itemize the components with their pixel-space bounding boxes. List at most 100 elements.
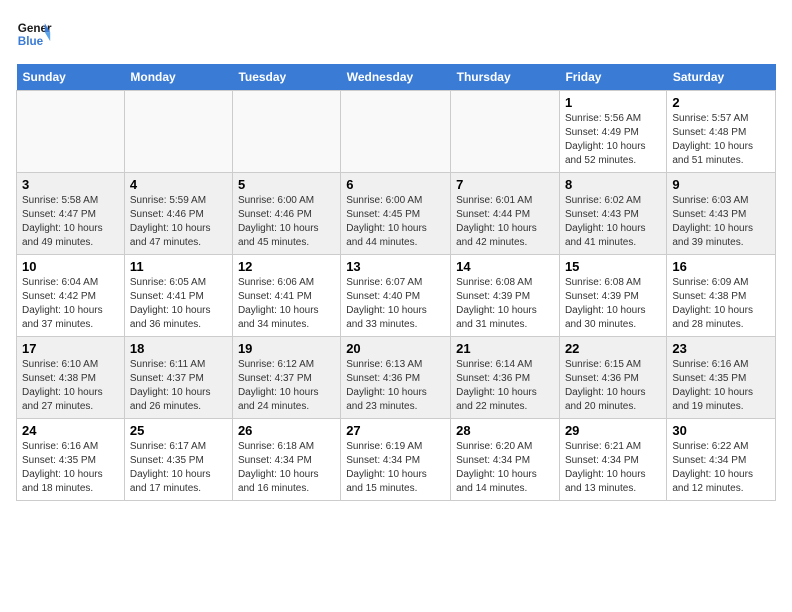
day-info: Sunrise: 6:08 AM Sunset: 4:39 PM Dayligh… xyxy=(456,276,554,332)
calendar-day-cell xyxy=(124,91,232,173)
day-number: 19 xyxy=(238,341,335,356)
day-number: 1 xyxy=(565,95,661,110)
logo-icon: General Blue xyxy=(16,16,52,52)
calendar-day-cell: 24 Sunrise: 6:16 AM Sunset: 4:35 PM Dayli… xyxy=(17,419,125,501)
day-number: 23 xyxy=(672,341,770,356)
calendar-day-cell: 29 Sunrise: 6:21 AM Sunset: 4:34 PM Dayli… xyxy=(559,419,666,501)
day-info: Sunrise: 6:15 AM Sunset: 4:36 PM Dayligh… xyxy=(565,358,661,414)
calendar-day-cell: 4Sunrise: 5:59 AM Sunset: 4:46 PM Daylig… xyxy=(124,173,232,255)
weekday-header: Wednesday xyxy=(341,64,451,91)
calendar-day-cell: 20 Sunrise: 6:13 AM Sunset: 4:36 PM Dayli… xyxy=(341,337,451,419)
weekday-header: Friday xyxy=(559,64,666,91)
day-number: 29 xyxy=(565,423,661,438)
calendar-day-cell: 21Sunrise: 6:14 AM Sunset: 4:36 PM Dayli… xyxy=(451,337,560,419)
day-info: Sunrise: 6:16 AM Sunset: 4:35 PM Dayligh… xyxy=(22,440,119,496)
day-number: 26 xyxy=(238,423,335,438)
day-info: Sunrise: 6:09 AM Sunset: 4:38 PM Dayligh… xyxy=(672,276,770,332)
day-info: Sunrise: 6:11 AM Sunset: 4:37 PM Dayligh… xyxy=(130,358,227,414)
day-number: 7 xyxy=(456,177,554,192)
calendar-day-cell: 10 Sunrise: 6:04 AM Sunset: 4:42 PM Dayli… xyxy=(17,255,125,337)
weekday-header: Tuesday xyxy=(232,64,340,91)
day-info: Sunrise: 6:20 AM Sunset: 4:34 PM Dayligh… xyxy=(456,440,554,496)
calendar-day-cell: 1 Sunrise: 5:56 AM Sunset: 4:49 PM Daylig… xyxy=(559,91,666,173)
calendar-header-row: SundayMondayTuesdayWednesdayThursdayFrid… xyxy=(17,64,776,91)
weekday-header: Saturday xyxy=(667,64,776,91)
day-number: 22 xyxy=(565,341,661,356)
day-info: Sunrise: 6:19 AM Sunset: 4:34 PM Dayligh… xyxy=(346,440,445,496)
day-info: Sunrise: 5:59 AM Sunset: 4:46 PM Dayligh… xyxy=(130,194,227,250)
calendar-day-cell xyxy=(341,91,451,173)
day-number: 8 xyxy=(565,177,661,192)
calendar-day-cell: 5 Sunrise: 6:00 AM Sunset: 4:46 PM Daylig… xyxy=(232,173,340,255)
calendar-day-cell: 25 Sunrise: 6:17 AM Sunset: 4:35 PM Dayli… xyxy=(124,419,232,501)
weekday-header: Monday xyxy=(124,64,232,91)
day-number: 3 xyxy=(22,177,119,192)
day-number: 14 xyxy=(456,259,554,274)
day-info: Sunrise: 6:21 AM Sunset: 4:34 PM Dayligh… xyxy=(565,440,661,496)
day-info: Sunrise: 6:22 AM Sunset: 4:34 PM Dayligh… xyxy=(672,440,770,496)
calendar-day-cell: 19 Sunrise: 6:12 AM Sunset: 4:37 PM Dayli… xyxy=(232,337,340,419)
day-number: 17 xyxy=(22,341,119,356)
page-header: General Blue xyxy=(16,16,776,52)
svg-text:Blue: Blue xyxy=(18,35,44,48)
calendar-day-cell: 14 Sunrise: 6:08 AM Sunset: 4:39 PM Dayli… xyxy=(451,255,560,337)
calendar-day-cell: 17 Sunrise: 6:10 AM Sunset: 4:38 PM Dayli… xyxy=(17,337,125,419)
day-info: Sunrise: 6:00 AM Sunset: 4:46 PM Dayligh… xyxy=(238,194,335,250)
calendar-day-cell: 7Sunrise: 6:01 AM Sunset: 4:44 PM Daylig… xyxy=(451,173,560,255)
day-number: 16 xyxy=(672,259,770,274)
calendar-day-cell: 11Sunrise: 6:05 AM Sunset: 4:41 PM Dayli… xyxy=(124,255,232,337)
day-number: 28 xyxy=(456,423,554,438)
calendar-day-cell xyxy=(451,91,560,173)
day-info: Sunrise: 5:56 AM Sunset: 4:49 PM Dayligh… xyxy=(565,112,661,168)
day-info: Sunrise: 6:18 AM Sunset: 4:34 PM Dayligh… xyxy=(238,440,335,496)
day-info: Sunrise: 6:08 AM Sunset: 4:39 PM Dayligh… xyxy=(565,276,661,332)
day-info: Sunrise: 6:07 AM Sunset: 4:40 PM Dayligh… xyxy=(346,276,445,332)
calendar-day-cell: 6 Sunrise: 6:00 AM Sunset: 4:45 PM Daylig… xyxy=(341,173,451,255)
day-info: Sunrise: 6:13 AM Sunset: 4:36 PM Dayligh… xyxy=(346,358,445,414)
logo: General Blue xyxy=(16,16,52,52)
day-info: Sunrise: 6:06 AM Sunset: 4:41 PM Dayligh… xyxy=(238,276,335,332)
day-info: Sunrise: 6:05 AM Sunset: 4:41 PM Dayligh… xyxy=(130,276,227,332)
day-number: 15 xyxy=(565,259,661,274)
calendar-day-cell: 12 Sunrise: 6:06 AM Sunset: 4:41 PM Dayli… xyxy=(232,255,340,337)
day-number: 20 xyxy=(346,341,445,356)
day-number: 2 xyxy=(672,95,770,110)
day-number: 18 xyxy=(130,341,227,356)
calendar-day-cell: 8Sunrise: 6:02 AM Sunset: 4:43 PM Daylig… xyxy=(559,173,666,255)
day-info: Sunrise: 6:04 AM Sunset: 4:42 PM Dayligh… xyxy=(22,276,119,332)
day-number: 5 xyxy=(238,177,335,192)
calendar-week-row: 3 Sunrise: 5:58 AM Sunset: 4:47 PM Daylig… xyxy=(17,173,776,255)
day-info: Sunrise: 5:58 AM Sunset: 4:47 PM Dayligh… xyxy=(22,194,119,250)
day-number: 25 xyxy=(130,423,227,438)
day-number: 13 xyxy=(346,259,445,274)
day-number: 10 xyxy=(22,259,119,274)
calendar-day-cell: 23 Sunrise: 6:16 AM Sunset: 4:35 PM Dayli… xyxy=(667,337,776,419)
calendar-day-cell: 16 Sunrise: 6:09 AM Sunset: 4:38 PM Dayli… xyxy=(667,255,776,337)
day-info: Sunrise: 6:17 AM Sunset: 4:35 PM Dayligh… xyxy=(130,440,227,496)
calendar-week-row: 1 Sunrise: 5:56 AM Sunset: 4:49 PM Daylig… xyxy=(17,91,776,173)
calendar-day-cell: 26 Sunrise: 6:18 AM Sunset: 4:34 PM Dayli… xyxy=(232,419,340,501)
calendar-day-cell: 22 Sunrise: 6:15 AM Sunset: 4:36 PM Dayli… xyxy=(559,337,666,419)
weekday-header: Sunday xyxy=(17,64,125,91)
calendar-table: SundayMondayTuesdayWednesdayThursdayFrid… xyxy=(16,64,776,501)
day-number: 12 xyxy=(238,259,335,274)
calendar-day-cell: 9 Sunrise: 6:03 AM Sunset: 4:43 PM Daylig… xyxy=(667,173,776,255)
calendar-day-cell: 2 Sunrise: 5:57 AM Sunset: 4:48 PM Daylig… xyxy=(667,91,776,173)
day-number: 30 xyxy=(672,423,770,438)
day-info: Sunrise: 6:03 AM Sunset: 4:43 PM Dayligh… xyxy=(672,194,770,250)
day-info: Sunrise: 6:16 AM Sunset: 4:35 PM Dayligh… xyxy=(672,358,770,414)
calendar-day-cell: 18 Sunrise: 6:11 AM Sunset: 4:37 PM Dayli… xyxy=(124,337,232,419)
day-number: 9 xyxy=(672,177,770,192)
day-number: 6 xyxy=(346,177,445,192)
calendar-day-cell: 3 Sunrise: 5:58 AM Sunset: 4:47 PM Daylig… xyxy=(17,173,125,255)
day-info: Sunrise: 6:10 AM Sunset: 4:38 PM Dayligh… xyxy=(22,358,119,414)
calendar-day-cell: 13 Sunrise: 6:07 AM Sunset: 4:40 PM Dayli… xyxy=(341,255,451,337)
day-info: Sunrise: 5:57 AM Sunset: 4:48 PM Dayligh… xyxy=(672,112,770,168)
day-info: Sunrise: 6:00 AM Sunset: 4:45 PM Dayligh… xyxy=(346,194,445,250)
calendar-day-cell: 27Sunrise: 6:19 AM Sunset: 4:34 PM Dayli… xyxy=(341,419,451,501)
day-info: Sunrise: 6:12 AM Sunset: 4:37 PM Dayligh… xyxy=(238,358,335,414)
day-number: 24 xyxy=(22,423,119,438)
calendar-week-row: 24 Sunrise: 6:16 AM Sunset: 4:35 PM Dayli… xyxy=(17,419,776,501)
calendar-day-cell: 15 Sunrise: 6:08 AM Sunset: 4:39 PM Dayli… xyxy=(559,255,666,337)
calendar-day-cell: 28 Sunrise: 6:20 AM Sunset: 4:34 PM Dayli… xyxy=(451,419,560,501)
